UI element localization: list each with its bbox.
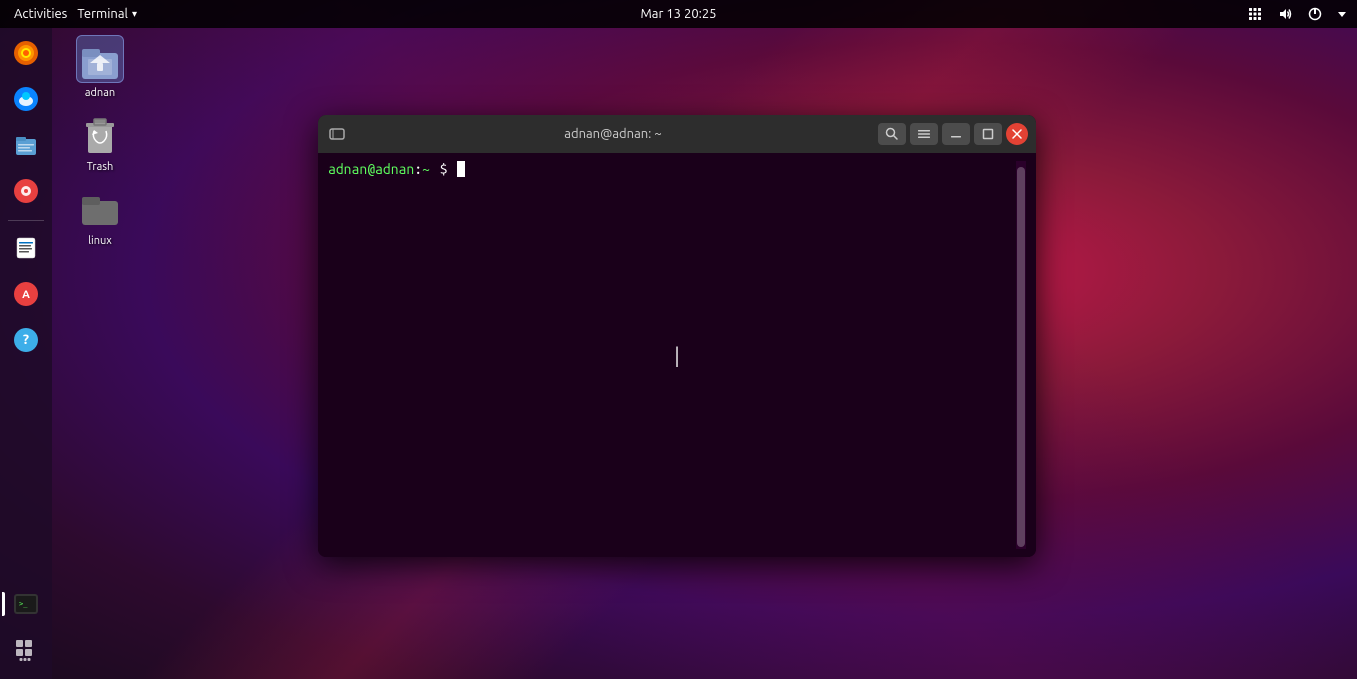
desktop-icon-home[interactable]: adnan	[60, 35, 140, 99]
system-menu-arrow[interactable]	[1335, 7, 1349, 21]
terminal-close-button[interactable]	[1006, 123, 1028, 145]
prompt-tilde: ~	[422, 161, 430, 177]
sidebar-item-thunderbird[interactable]	[5, 78, 47, 120]
sidebar-item-rhythmbox[interactable]	[5, 170, 47, 212]
sidebar-item-terminal[interactable]: >_	[5, 583, 47, 625]
new-tab-icon[interactable]	[326, 123, 348, 145]
prompt-colon: :	[414, 161, 422, 177]
sidebar-item-libreoffice[interactable]	[5, 227, 47, 269]
terminal-text-cursor: |	[671, 343, 683, 367]
topbar: Activities Terminal ▾ Mar 13 20:25	[0, 0, 1357, 28]
desktop-icon-trash[interactable]: Trash	[60, 109, 140, 173]
terminal-body[interactable]: adnan@adnan : ~ $ |	[318, 153, 1036, 557]
terminal-prompt-line: adnan@adnan : ~ $	[328, 161, 1016, 177]
desktop-icon-linux[interactable]: linux	[60, 183, 140, 247]
terminal-window: adnan@adnan: ~	[318, 115, 1036, 557]
network-icon[interactable]	[1245, 4, 1265, 24]
terminal-content: adnan@adnan : ~ $ |	[328, 161, 1016, 549]
terminal-menu-arrow: ▾	[132, 8, 137, 20]
trash-icon	[76, 109, 124, 157]
topbar-right	[1245, 4, 1349, 24]
titlebar-left	[326, 123, 348, 145]
sidebar-item-apps-grid[interactable]	[5, 629, 47, 671]
terminal-scrollbar-thumb	[1017, 167, 1025, 547]
terminal-title: adnan@adnan: ~	[348, 127, 878, 141]
linux-folder-label: linux	[88, 235, 112, 247]
sidebar-item-files[interactable]	[5, 124, 47, 166]
terminal-maximize-button[interactable]	[974, 123, 1002, 145]
sound-icon[interactable]	[1275, 4, 1295, 24]
prompt-dollar: $	[432, 161, 456, 177]
sidebar-item-firefox[interactable]	[5, 32, 47, 74]
titlebar-controls	[878, 123, 1028, 145]
topbar-datetime: Mar 13 20:25	[640, 7, 716, 21]
terminal-menu[interactable]: Terminal ▾	[77, 7, 137, 21]
desktop-icons: adnan Trash	[60, 35, 140, 247]
home-folder-icon	[76, 35, 124, 83]
topbar-left: Activities Terminal ▾	[8, 7, 137, 21]
power-icon[interactable]	[1305, 4, 1325, 24]
svg-text:?: ?	[23, 331, 29, 347]
sidebar-item-software[interactable]: A	[5, 273, 47, 315]
svg-text:>_: >_	[19, 600, 28, 608]
home-folder-label: adnan	[85, 87, 115, 99]
terminal-titlebar: adnan@adnan: ~	[318, 115, 1036, 153]
terminal-minimize-button[interactable]	[942, 123, 970, 145]
sidebar-divider	[8, 220, 44, 221]
terminal-menu-button[interactable]	[910, 123, 938, 145]
terminal-menu-label: Terminal	[77, 7, 128, 21]
svg-text:A: A	[22, 289, 30, 301]
desktop: Activities Terminal ▾ Mar 13 20:25	[0, 0, 1357, 679]
terminal-scrollbar[interactable]	[1016, 161, 1026, 549]
prompt-username: adnan@adnan	[328, 161, 414, 177]
sidebar: A ? >_	[0, 28, 52, 679]
trash-label: Trash	[87, 161, 114, 173]
activities-button[interactable]: Activities	[8, 7, 73, 21]
linux-folder-icon	[76, 183, 124, 231]
terminal-cursor	[457, 161, 465, 177]
sidebar-item-help[interactable]: ?	[5, 319, 47, 361]
terminal-search-button[interactable]	[878, 123, 906, 145]
